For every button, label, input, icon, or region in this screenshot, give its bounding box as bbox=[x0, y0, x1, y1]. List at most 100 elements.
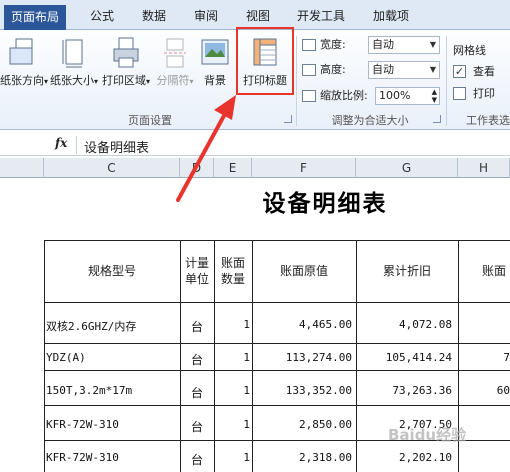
tab-developer[interactable]: 开发工具 bbox=[290, 5, 352, 30]
page-setup-launcher-icon[interactable] bbox=[284, 115, 292, 123]
table-cell-original[interactable]: 4,465.00 bbox=[252, 318, 352, 331]
header-original: 账面原值 bbox=[279, 264, 328, 278]
tab-review[interactable]: 审阅 bbox=[186, 5, 226, 30]
ribbon-tab-bar: 页面布局 公式 数据 审阅 视图 开发工具 加载项 bbox=[0, 0, 510, 31]
height-select[interactable]: 自动 ▼ bbox=[368, 61, 440, 79]
table-cell-spec[interactable]: 150T,3.2m*17m bbox=[46, 384, 178, 397]
scale-group-label: 调整为合适大小 bbox=[331, 114, 409, 127]
table-cell-depreciation[interactable]: 73,263.36 bbox=[356, 384, 452, 397]
column-header-f[interactable]: F bbox=[252, 158, 356, 178]
column-header-e[interactable]: E bbox=[214, 158, 252, 178]
height-value: 自动 bbox=[372, 63, 394, 76]
gridlines-print-row[interactable]: 打印 bbox=[453, 86, 509, 104]
gridlines-view-checkbox[interactable]: ✓ bbox=[453, 65, 466, 78]
table-cell-spec[interactable]: KFR-72W-310 bbox=[46, 451, 178, 464]
group-separator bbox=[296, 36, 297, 126]
height-icon bbox=[302, 64, 316, 76]
width-icon bbox=[302, 39, 316, 51]
table-cell-unit[interactable]: 台 bbox=[180, 384, 214, 401]
table-cell-net[interactable]: 7 bbox=[458, 351, 510, 364]
gridlines-print-label: 打印 bbox=[473, 87, 495, 100]
table-cell-spec[interactable]: KFR-72W-310 bbox=[46, 418, 178, 431]
height-row: 高度: 自动 ▼ bbox=[300, 59, 445, 81]
spin-down-icon[interactable]: ▼ bbox=[432, 96, 437, 104]
gridlines-print-checkbox[interactable] bbox=[453, 87, 466, 100]
group-separator bbox=[446, 36, 447, 126]
function-icon[interactable]: fx bbox=[55, 136, 67, 150]
gridlines-view-label: 查看 bbox=[473, 65, 495, 78]
header-spec: 规格型号 bbox=[87, 264, 136, 278]
column-header-d[interactable]: D bbox=[180, 158, 214, 178]
table-cell-depreciation[interactable]: 4,072.08 bbox=[356, 318, 452, 331]
breaks-button[interactable]: 分隔符▾ bbox=[154, 34, 196, 112]
table-cell-qty[interactable]: 1 bbox=[214, 351, 250, 364]
watermark: Baidu经验 bbox=[388, 426, 467, 444]
paper-size-icon bbox=[62, 39, 83, 68]
table-cell-original[interactable]: 113,274.00 bbox=[252, 351, 352, 364]
size-label: 纸张大小 bbox=[50, 74, 94, 87]
width-label: 宽度: bbox=[320, 38, 346, 51]
table-cell-depreciation[interactable]: 2,202.10 bbox=[356, 451, 452, 464]
width-select[interactable]: 自动 ▼ bbox=[368, 36, 440, 54]
header-depreciation: 累计折旧 bbox=[382, 264, 431, 278]
scale-value: 100% bbox=[379, 89, 411, 102]
table-cell-qty[interactable]: 1 bbox=[214, 384, 250, 397]
scale-row: 缩放比例: 100% ▲ ▼ bbox=[300, 85, 445, 107]
formula-input[interactable]: 设备明细表 bbox=[84, 137, 149, 156]
select-all-corner[interactable] bbox=[0, 158, 44, 178]
height-label: 高度: bbox=[320, 63, 346, 76]
header-net: 账面 bbox=[482, 264, 507, 278]
sheet-options-group-label: 工作表选 bbox=[466, 114, 510, 127]
page-setup-group-label: 页面设置 bbox=[128, 114, 172, 127]
table-cell-qty[interactable]: 1 bbox=[214, 418, 250, 431]
spin-up-icon[interactable]: ▲ bbox=[432, 88, 437, 96]
column-header-g[interactable]: G bbox=[356, 158, 458, 178]
size-button[interactable]: 纸张大小▾ bbox=[50, 34, 98, 112]
breaks-label: 分隔符 bbox=[156, 74, 190, 87]
scale-spinner[interactable]: 100% ▲ ▼ bbox=[375, 87, 440, 105]
background-label: 背景 bbox=[204, 74, 226, 87]
print-area-icon bbox=[113, 37, 139, 68]
chevron-down-icon: ▼ bbox=[429, 40, 436, 49]
table-cell-depreciation[interactable]: 105,414.24 bbox=[356, 351, 452, 364]
scale-launcher-icon[interactable] bbox=[433, 115, 441, 123]
chevron-down-icon: ▼ bbox=[429, 65, 436, 74]
table-cell-qty[interactable]: 1 bbox=[214, 451, 250, 464]
scale-label: 缩放比例: bbox=[320, 89, 368, 102]
table-cell-net[interactable]: 60 bbox=[458, 384, 510, 397]
table-cell-original[interactable]: 133,352.00 bbox=[252, 384, 352, 397]
table-cell-original[interactable]: 2,850.00 bbox=[252, 418, 352, 431]
tab-page-layout[interactable]: 页面布局 bbox=[4, 5, 66, 31]
background-image-icon bbox=[201, 39, 229, 65]
orientation-button[interactable]: 纸张方向▾ bbox=[0, 34, 48, 112]
tab-data[interactable]: 数据 bbox=[134, 5, 174, 30]
header-qty: 账面数量 bbox=[220, 256, 245, 286]
table-cell-unit[interactable]: 台 bbox=[180, 318, 214, 335]
gridlines-view-row[interactable]: ✓ 查看 bbox=[453, 64, 509, 82]
column-header-h[interactable]: H bbox=[458, 158, 510, 178]
table-cell-unit[interactable]: 台 bbox=[180, 351, 214, 368]
background-button[interactable]: 背景 bbox=[198, 34, 232, 112]
table-border bbox=[44, 370, 510, 371]
print-area-button[interactable]: 打印区域▾ bbox=[100, 34, 152, 112]
table-cell-unit[interactable]: 台 bbox=[180, 451, 214, 468]
table-border bbox=[44, 240, 510, 241]
table-border bbox=[44, 302, 510, 303]
width-value: 自动 bbox=[372, 38, 394, 51]
formula-separator bbox=[76, 136, 77, 154]
table-cell-spec[interactable]: 双核2.6GHZ/内存 bbox=[46, 318, 178, 334]
header-unit: 计量单位 bbox=[184, 256, 209, 286]
highlight-box bbox=[236, 27, 294, 95]
table-cell-spec[interactable]: YDZ(A) bbox=[46, 351, 178, 364]
column-header-c[interactable]: C bbox=[44, 158, 180, 178]
table-cell-unit[interactable]: 台 bbox=[180, 418, 214, 435]
width-row: 宽度: 自动 ▼ bbox=[300, 34, 445, 56]
orientation-icon bbox=[9, 38, 33, 65]
table-cell-original[interactable]: 2,318.00 bbox=[252, 451, 352, 464]
tab-formulas[interactable]: 公式 bbox=[82, 5, 122, 30]
gridlines-label: 网格线 bbox=[453, 44, 486, 57]
page-break-icon bbox=[164, 38, 186, 68]
sheet-title: 设备明细表 bbox=[262, 191, 388, 217]
table-cell-qty[interactable]: 1 bbox=[214, 318, 250, 331]
tab-add-ins[interactable]: 加载项 bbox=[366, 5, 416, 30]
